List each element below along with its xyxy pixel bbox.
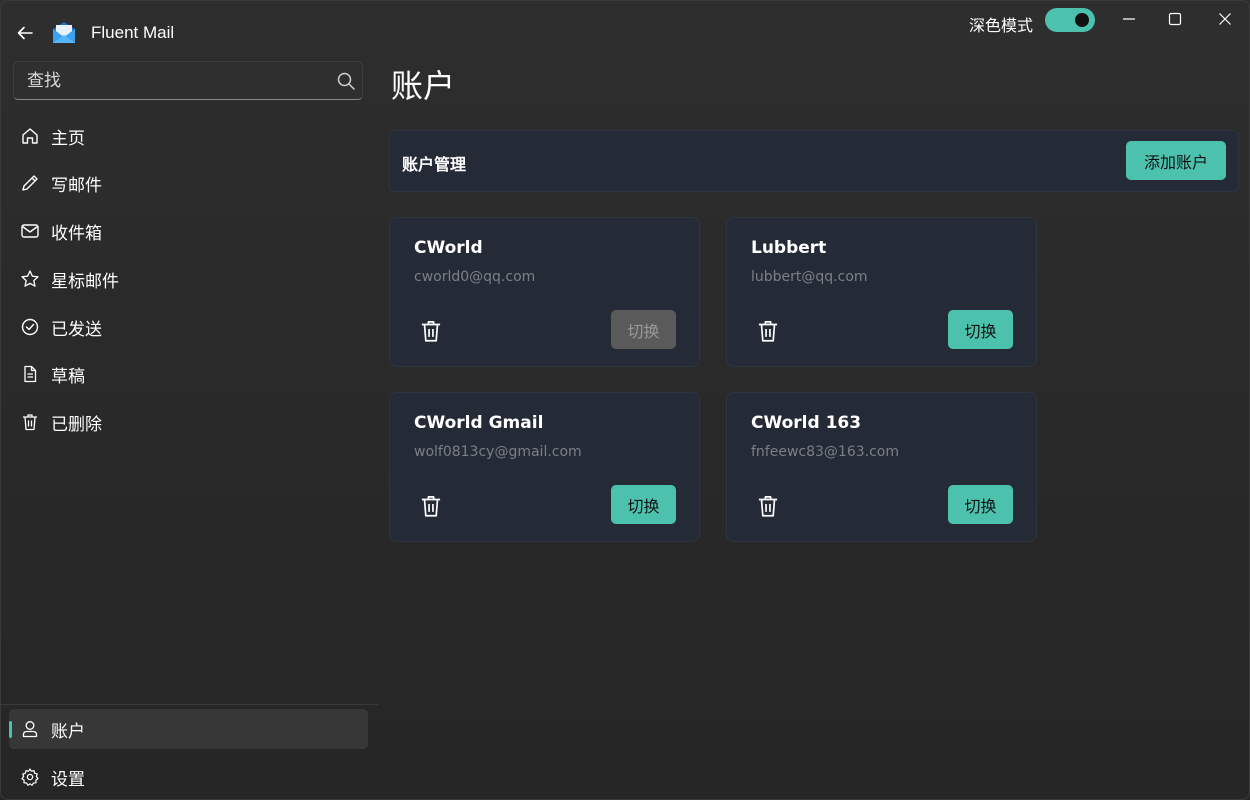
nav-item-label: 账户	[51, 721, 85, 742]
nav-item-label: 已发送	[51, 319, 102, 340]
trash-icon	[421, 321, 441, 342]
account-card: CWorld 163 fnfeewc83@163.com 切换	[726, 392, 1037, 542]
account-name: CWorld 163	[751, 413, 862, 433]
gear-icon	[19, 766, 41, 788]
search-box	[13, 61, 363, 100]
switch-account-button[interactable]: 切换	[948, 485, 1013, 524]
delete-account-button[interactable]	[753, 491, 783, 521]
nav-item-starred[interactable]: 星标邮件	[9, 259, 368, 299]
app-title: Fluent Mail	[91, 23, 175, 42]
nav-item-label: 星标邮件	[51, 271, 119, 292]
page-title: 账户	[391, 67, 456, 105]
person-icon	[19, 718, 41, 740]
search-icon[interactable]	[336, 71, 356, 91]
nav-item-inbox[interactable]: 收件箱	[9, 211, 368, 251]
maximize-button[interactable]	[1152, 1, 1198, 37]
add-account-button[interactable]: 添加账户	[1126, 141, 1226, 180]
arrow-left-icon	[17, 26, 33, 40]
sidebar-divider	[1, 704, 378, 705]
nav-item-label: 草稿	[51, 366, 85, 387]
home-icon	[19, 125, 41, 147]
close-icon	[1219, 13, 1231, 25]
minimize-button[interactable]	[1106, 1, 1152, 37]
account-email: wolf0813cy@gmail.com	[414, 444, 582, 460]
trash-icon	[758, 321, 778, 342]
delete-account-button[interactable]	[416, 491, 446, 521]
document-icon	[19, 363, 41, 385]
pencil-icon	[19, 172, 41, 194]
nav-item-label: 写邮件	[51, 175, 102, 196]
account-name: CWorld Gmail	[414, 413, 544, 433]
trash-icon	[421, 496, 441, 517]
nav-item-settings[interactable]: 设置	[9, 757, 368, 797]
nav-item-drafts[interactable]: 草稿	[9, 354, 368, 394]
account-email: fnfeewc83@163.com	[751, 444, 899, 460]
mail-icon	[19, 220, 41, 242]
nav-item-label: 设置	[51, 769, 85, 790]
account-management-bar: 账户管理 添加账户	[389, 130, 1239, 192]
account-management-title: 账户管理	[402, 155, 467, 174]
switch-account-button[interactable]: 切换	[948, 310, 1013, 349]
nav-item-accounts[interactable]: 账户	[9, 709, 368, 749]
account-card: Lubbert lubbert@qq.com 切换	[726, 217, 1037, 367]
nav-item-label: 已删除	[51, 414, 102, 435]
delete-account-button[interactable]	[416, 316, 446, 346]
account-email: cworld0@qq.com	[414, 269, 536, 285]
trash-icon	[758, 496, 778, 517]
account-name: Lubbert	[751, 238, 827, 258]
back-button[interactable]	[11, 19, 39, 47]
switch-account-button[interactable]: 切换	[611, 485, 676, 524]
account-email: lubbert@qq.com	[751, 269, 868, 285]
account-card: CWorld Gmail wolf0813cy@gmail.com 切换	[389, 392, 700, 542]
nav-item-deleted[interactable]: 已删除	[9, 402, 368, 442]
search-input[interactable]	[14, 62, 362, 99]
minimize-icon	[1123, 18, 1135, 20]
maximize-icon	[1168, 12, 1182, 26]
app-window: Fluent Mail 深色模式 主页 写邮件 收件箱	[0, 0, 1250, 800]
mail-app-icon	[53, 22, 75, 43]
toggle-knob	[1075, 13, 1089, 27]
delete-account-button[interactable]	[753, 316, 783, 346]
close-button[interactable]	[1202, 1, 1248, 37]
star-icon	[19, 268, 41, 290]
theme-toggle-label: 深色模式	[969, 16, 1034, 35]
nav-item-compose[interactable]: 写邮件	[9, 163, 368, 203]
dark-mode-toggle[interactable]	[1045, 8, 1095, 32]
check-circle-icon	[19, 316, 41, 338]
nav-item-sent[interactable]: 已发送	[9, 307, 368, 347]
nav-item-label: 主页	[51, 128, 85, 149]
account-name: CWorld	[414, 238, 483, 258]
switch-account-button[interactable]: 切换	[611, 310, 676, 349]
account-card: CWorld cworld0@qq.com 切换	[389, 217, 700, 367]
nav-item-label: 收件箱	[51, 223, 102, 244]
nav-item-home[interactable]: 主页	[9, 116, 368, 156]
trash-icon	[19, 411, 41, 433]
